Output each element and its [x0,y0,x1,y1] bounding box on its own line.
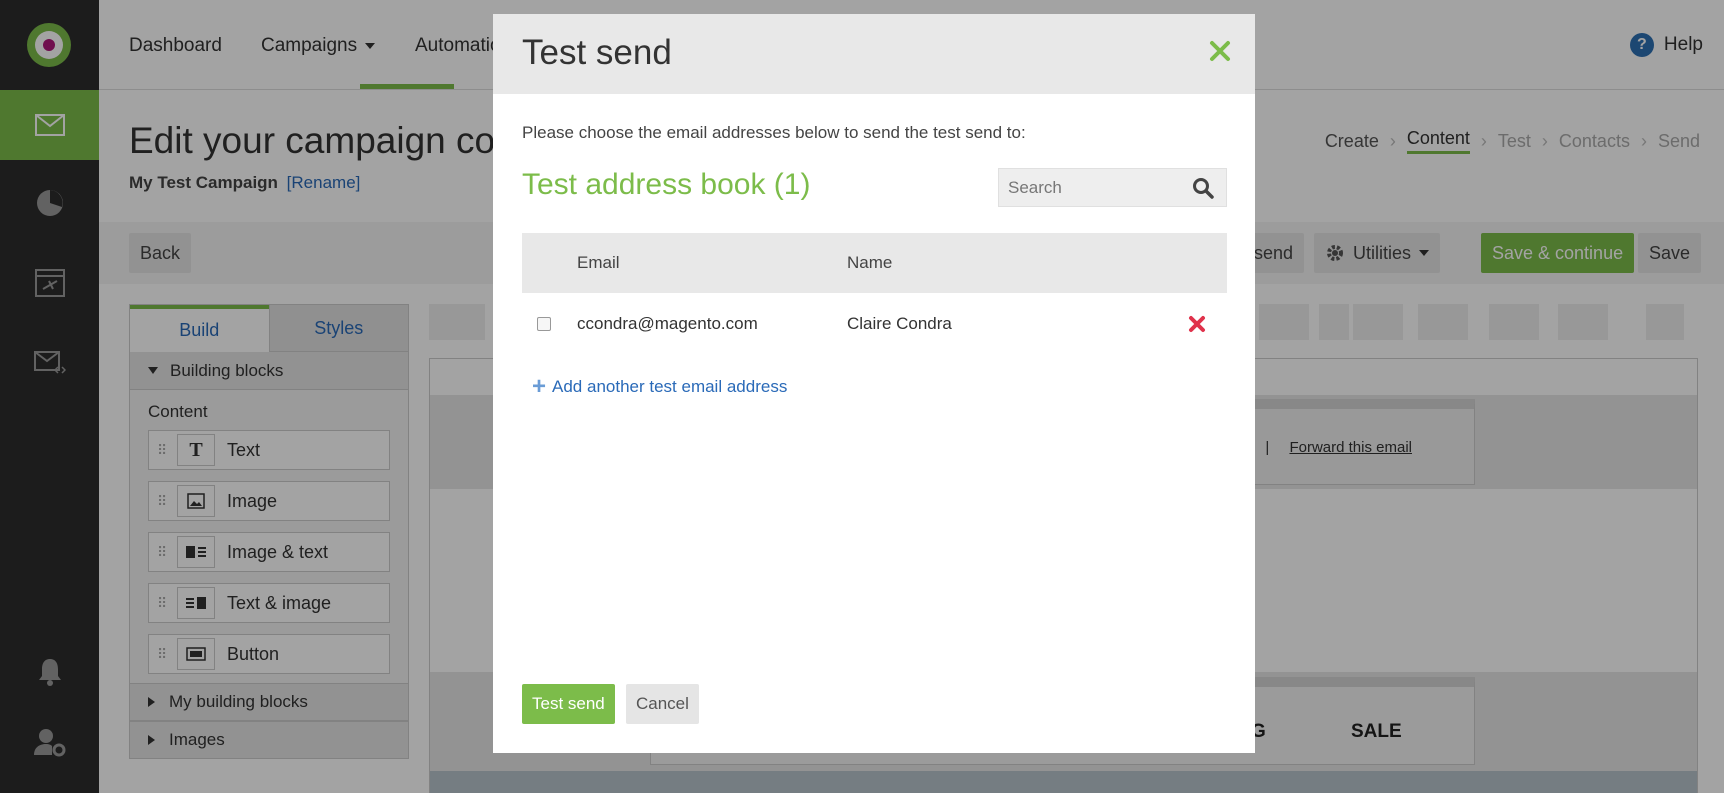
modal-intro-text: Please choose the email addresses below … [522,123,1026,142]
test-send-submit-button[interactable]: Test send [522,684,615,724]
search-icon[interactable] [1192,177,1214,199]
delete-icon[interactable] [1187,314,1207,334]
close-icon[interactable] [1207,38,1233,64]
search-field [998,168,1227,207]
address-book-title: Test address book (1) [522,168,811,201]
add-link-label: Add another test email address [552,377,788,396]
column-name: Name [847,253,893,272]
modal-header: Test send [493,14,1255,94]
add-test-address-link[interactable]: + Add another test email address [532,373,788,400]
row-name: Claire Condra [847,314,952,333]
row-email: ccondra@magento.com [577,314,758,333]
cancel-button[interactable]: Cancel [626,684,699,724]
test-send-modal: Test send Please choose the email addres… [493,14,1255,753]
table-header: Email Name [522,233,1227,293]
modal-title: Test send [522,33,672,72]
address-table: Email Name ccondra@magento.com Claire Co… [522,233,1227,355]
column-email: Email [577,253,620,272]
plus-icon: + [532,373,547,400]
row-checkbox[interactable] [537,317,551,331]
search-input[interactable] [999,169,1179,206]
table-row: ccondra@magento.com Claire Condra [522,293,1227,355]
